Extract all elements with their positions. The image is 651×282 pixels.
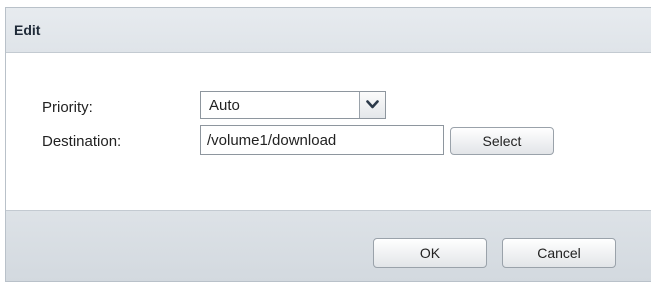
dialog-title: Edit <box>14 22 41 38</box>
dialog-footer: OK Cancel <box>6 210 651 281</box>
chevron-down-icon <box>366 100 379 109</box>
priority-label: Priority: <box>42 99 93 116</box>
priority-select[interactable]: Auto <box>200 91 386 119</box>
destination-input[interactable] <box>200 125 444 155</box>
select-button[interactable]: Select <box>450 127 554 155</box>
priority-selected-value: Auto <box>209 97 240 114</box>
dialog-body: Priority: Auto Destination: Select <box>6 53 651 210</box>
cancel-button[interactable]: Cancel <box>502 238 616 268</box>
ok-button[interactable]: OK <box>373 238 487 268</box>
dialog-titlebar: Edit <box>6 8 651 53</box>
edit-dialog: Edit Priority: Auto Destination: Select … <box>5 7 651 282</box>
priority-dropdown-button[interactable] <box>359 92 385 118</box>
destination-label: Destination: <box>42 133 122 150</box>
